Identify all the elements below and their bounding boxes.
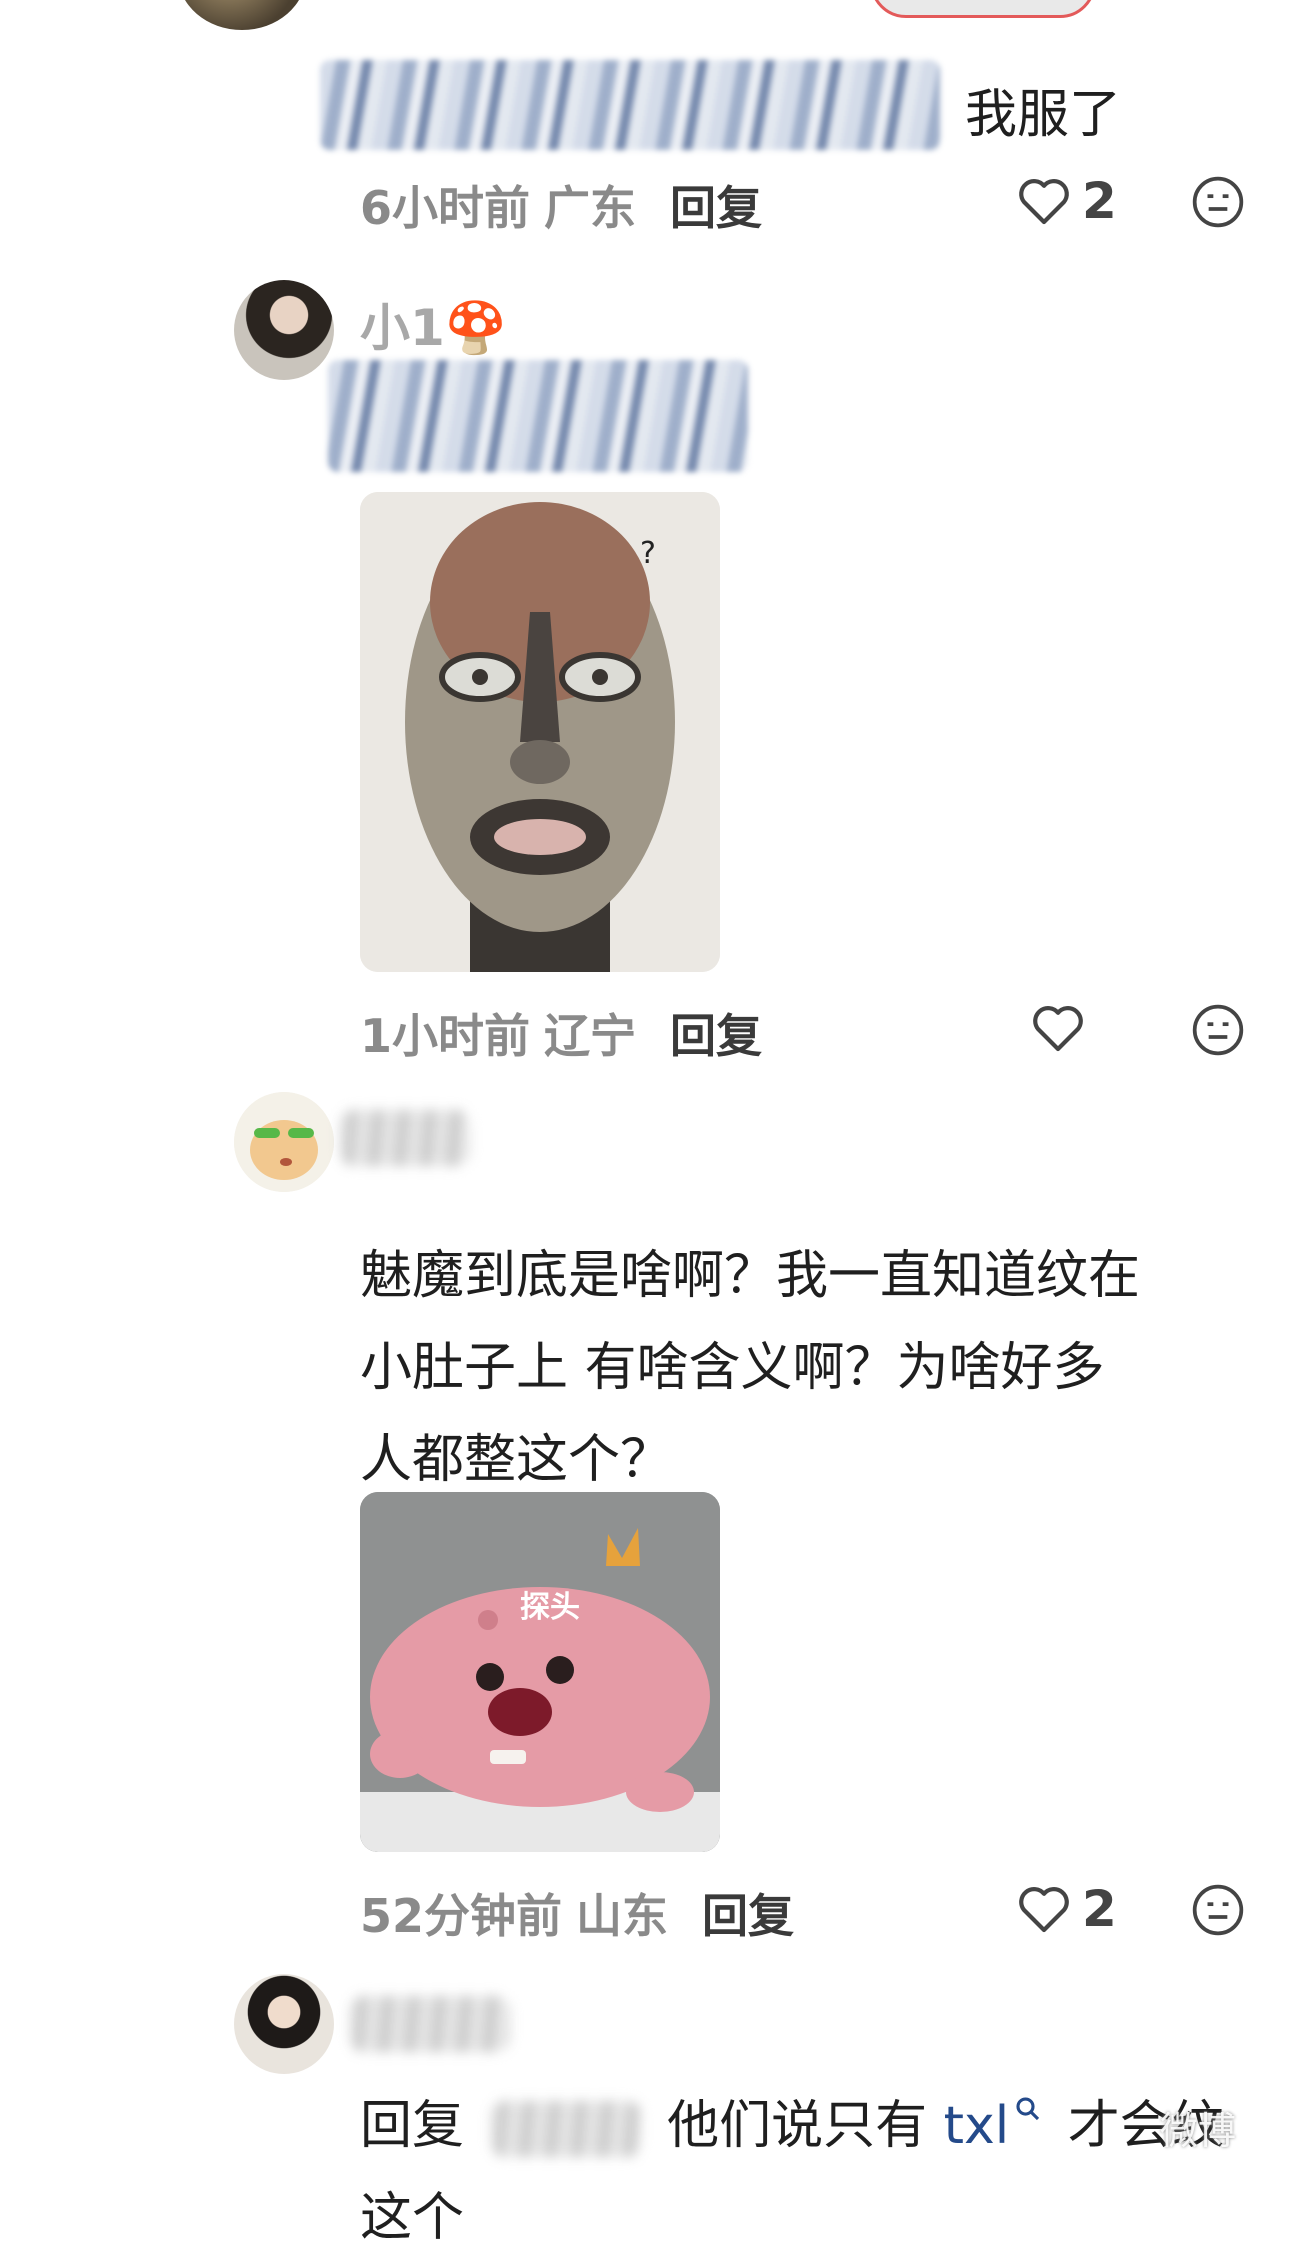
comment-meta: 6小时前 广东 回复 (360, 172, 762, 238)
avatar[interactable] (234, 1092, 334, 1192)
reply-button[interactable]: 回复 (702, 1889, 794, 1943)
comment-overflow-line: 这个 (360, 2188, 465, 2248)
emoji-reaction-icon[interactable] (1190, 1002, 1246, 1058)
comment-text: 魅魔到底是啥啊？我一直知道纹在 小肚子上 有啥含义啊？为啥好多 人都整这个？ (360, 1230, 1140, 1506)
reply-button[interactable]: 回复 (670, 181, 762, 235)
emoji-reaction-icon[interactable] (1190, 174, 1246, 230)
comment-meta: 52分钟前 山东 回复 (360, 1880, 794, 1946)
comment-text: 我服了 (965, 85, 1122, 145)
mask-face-image (360, 492, 720, 972)
topic-link[interactable]: txl (944, 2096, 1010, 2156)
image-mark: ? (640, 536, 656, 571)
heart-icon (1019, 179, 1069, 225)
pink-beaver-sticker (360, 1492, 720, 1852)
redacted-reply-target (490, 2101, 641, 2157)
avatar[interactable] (234, 280, 334, 380)
like-button[interactable]: 2 (1016, 1880, 1117, 1938)
comment-region: 广东 (544, 181, 637, 235)
comment-line: 小肚子上 有啥含义啊？为啥好多 (360, 1338, 1105, 1398)
like-button[interactable]: 2 (1016, 172, 1117, 230)
like-count: 2 (1082, 172, 1117, 230)
comment-time: 6小时前 (360, 181, 531, 235)
comment-line: 魅魔到底是啥啊？我一直知道纹在 (360, 1246, 1141, 1306)
redacted-mention (328, 360, 748, 472)
like-button[interactable] (1030, 1002, 1096, 1054)
comment-1: 我服了 6小时前 广东 回复 2 (0, 0, 1290, 260)
weibo-watermark: 微博 (1160, 2109, 1237, 2153)
heart-icon (1019, 1887, 1069, 1933)
like-count: 2 (1082, 1880, 1117, 1938)
reply-button[interactable]: 回复 (670, 1009, 762, 1063)
comment-text: 回复 他们说只有 txl 才会纹 (360, 2080, 1224, 2172)
comment-time: 1小时前 (360, 1009, 531, 1063)
heart-icon (1033, 1006, 1083, 1052)
redacted-username (340, 1110, 470, 1166)
comment-time: 52分钟前 (360, 1889, 563, 1943)
comment-4: 回复 他们说只有 txl 才会纹 这个 微博 (0, 1960, 1290, 2248)
redacted-mention (320, 60, 940, 150)
search-icon (1016, 2097, 1040, 2121)
comment-meta: 1小时前 辽宁 回复 (360, 1000, 762, 1066)
sticker-caption: 探头 (520, 1590, 580, 1625)
redacted-username (350, 1996, 510, 2052)
comment-region: 辽宁 (544, 1009, 637, 1063)
comment-region: 山东 (576, 1889, 669, 1943)
sticker-image-mask[interactable]: ? (360, 492, 720, 972)
sticker-image-beaver[interactable]: 探头 (360, 1492, 720, 1852)
emoji-reaction-icon[interactable] (1190, 1882, 1246, 1938)
avatar[interactable] (234, 1974, 334, 2074)
username[interactable]: 小1🍄 (360, 288, 507, 360)
comment-2: 小1🍄 ? 1小时前 辽宁 回复 (0, 260, 1290, 1080)
cartoon-avatar-icon (234, 1092, 334, 1192)
comment-text-a: 他们说只有 (667, 2096, 928, 2156)
comment-3: 魅魔到底是啥啊？我一直知道纹在 小肚子上 有啥含义啊？为啥好多 人都整这个？ 探… (0, 1080, 1290, 1960)
reply-prefix: 回复 (360, 2096, 465, 2156)
